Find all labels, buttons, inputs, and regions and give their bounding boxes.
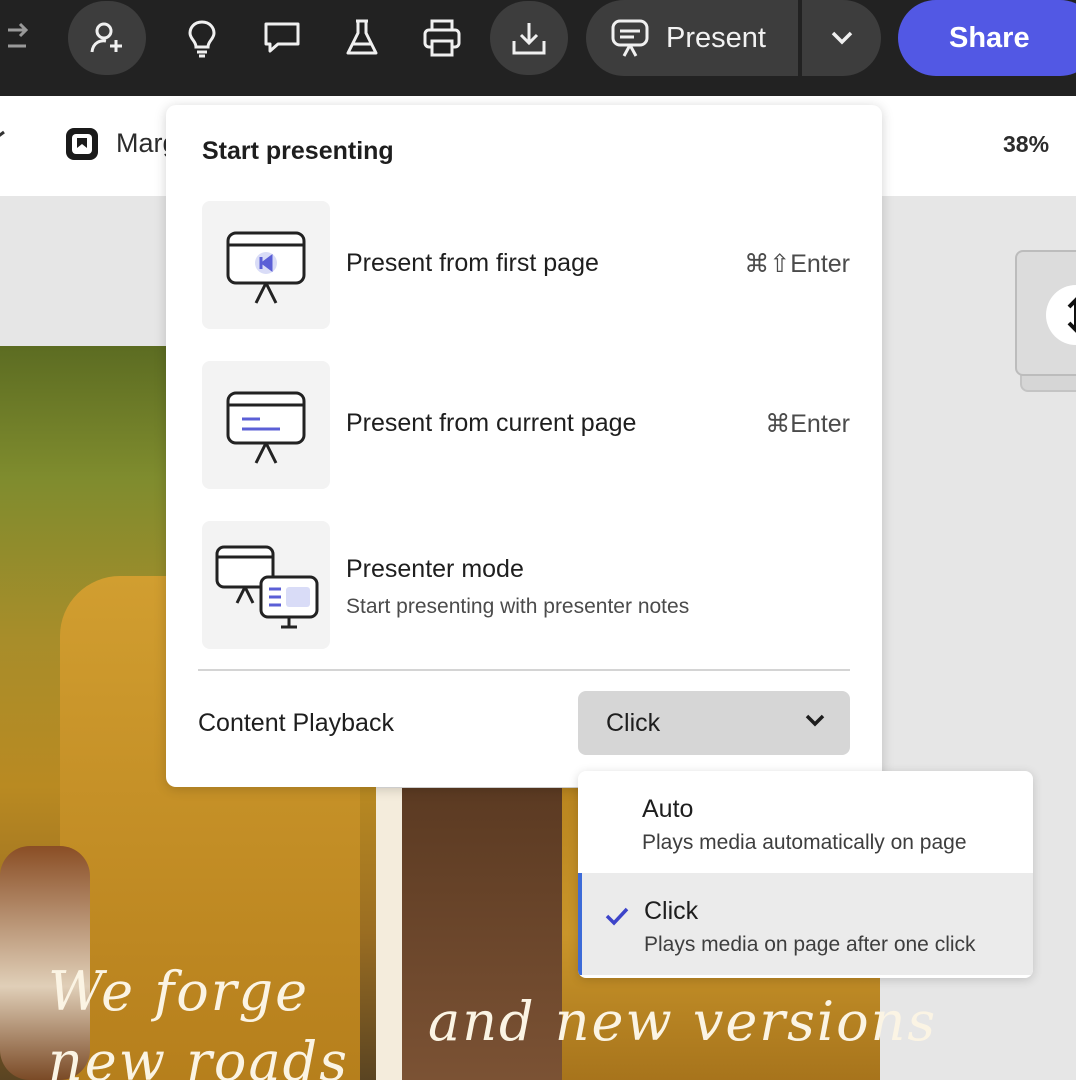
present-from-current-page-option[interactable]: Present from current page ⌘Enter xyxy=(202,361,850,489)
present-button-group: Present xyxy=(586,0,881,76)
start-presenting-menu: Start presenting Present from first page… xyxy=(166,105,882,787)
add-user-button[interactable] xyxy=(68,1,146,75)
content-playback-dropdown: Auto Plays media automatically on page C… xyxy=(578,771,1033,978)
canvas-text-right: and new versions xyxy=(428,990,938,1053)
checkmark-icon xyxy=(605,907,629,926)
photo-gap xyxy=(376,788,402,1080)
option-description: Start presenting with presenter notes xyxy=(346,595,690,618)
present-current-page-icon xyxy=(202,361,330,489)
playback-option-auto[interactable]: Auto Plays media automatically on page xyxy=(578,771,1033,873)
chevron-down-icon xyxy=(805,714,825,727)
option-label: Present from first page xyxy=(346,249,599,277)
download-button[interactable] xyxy=(490,1,568,75)
dropdown-option-description: Plays media automatically on page xyxy=(642,831,967,854)
download-icon xyxy=(512,23,546,55)
option-label: Presenter mode xyxy=(346,555,524,583)
canvas-text-left-2: new roads xyxy=(48,1030,349,1080)
present-button[interactable]: Present xyxy=(586,0,798,76)
presenter-mode-icon xyxy=(202,521,330,649)
content-playback-value: Click xyxy=(606,708,661,737)
playback-option-click[interactable]: Click Plays media on page after one clic… xyxy=(578,873,1033,975)
canvas-text-left-1: We forge xyxy=(48,960,310,1023)
menu-divider xyxy=(198,669,850,671)
dropdown-option-label: Click xyxy=(644,897,699,925)
lightbulb-icon[interactable] xyxy=(182,18,222,58)
content-playback-label: Content Playback xyxy=(198,709,394,737)
menu-title: Start presenting xyxy=(202,137,394,165)
presenter-mode-option[interactable]: Presenter mode Start presenting with pre… xyxy=(202,521,850,649)
flask-icon[interactable] xyxy=(342,18,382,58)
share-button[interactable]: Share xyxy=(898,0,1076,76)
shortcut-label: ⌘⇧Enter xyxy=(744,250,850,278)
present-first-page-icon xyxy=(202,201,330,329)
comment-icon[interactable] xyxy=(262,18,302,58)
document-icon xyxy=(66,128,98,160)
chevron-down-icon xyxy=(831,31,852,45)
print-icon[interactable] xyxy=(422,18,462,58)
zoom-level[interactable]: 38% xyxy=(1003,131,1049,158)
dropdown-option-label: Auto xyxy=(642,795,694,823)
present-label: Present xyxy=(666,21,766,54)
dropdown-option-description: Plays media on page after one click xyxy=(644,933,976,956)
option-label: Present from current page xyxy=(346,409,637,437)
move-vertical-icon xyxy=(1067,297,1076,333)
present-from-first-page-option[interactable]: Present from first page ⌘⇧Enter xyxy=(202,201,850,329)
top-toolbar: Present Share xyxy=(0,0,1076,96)
add-user-icon xyxy=(90,22,122,53)
shortcut-label: ⌘Enter xyxy=(765,410,850,438)
content-playback-select[interactable]: Click xyxy=(578,691,850,755)
back-arrow-icon[interactable] xyxy=(0,130,8,160)
arrows-icon[interactable] xyxy=(0,18,40,58)
present-options-button[interactable] xyxy=(802,0,881,76)
present-icon xyxy=(611,19,649,57)
